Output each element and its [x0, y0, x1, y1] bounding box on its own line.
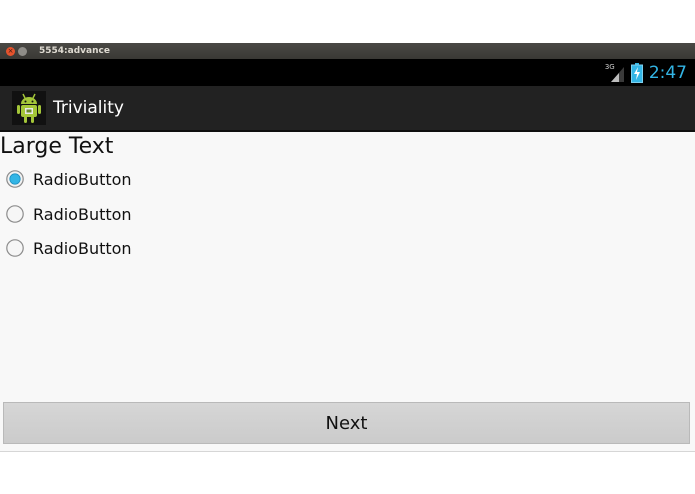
device-screen: 3G 2:47 Triviality Large Text RadioButto… — [0, 59, 695, 451]
radio-option-label: RadioButton — [33, 204, 132, 224]
radio-option-1[interactable]: RadioButton — [6, 166, 132, 192]
radio-checked-icon[interactable] — [6, 170, 24, 188]
radio-option-3[interactable]: RadioButton — [6, 235, 132, 261]
signal-icon: 3G — [605, 63, 625, 83]
large-text-heading: Large Text — [0, 134, 114, 159]
android-app-icon[interactable] — [12, 91, 46, 125]
status-clock: 2:47 — [648, 63, 687, 83]
main-content: Large Text RadioButton RadioButton Radio… — [0, 132, 695, 451]
window-title: 5554:advance — [39, 46, 110, 56]
window-minimize-button[interactable] — [18, 46, 27, 56]
screen-bottom-divider — [0, 451, 695, 452]
action-bar: Triviality — [0, 86, 695, 132]
radio-unchecked-icon[interactable] — [6, 239, 24, 257]
emulator-title-bar: × 5554:advance — [0, 43, 695, 59]
status-icons: 3G 2:47 — [605, 62, 687, 84]
radio-unchecked-icon[interactable] — [6, 205, 24, 223]
status-bar: 3G 2:47 — [0, 59, 695, 86]
battery-icon — [630, 63, 643, 83]
radio-option-label: RadioButton — [33, 169, 132, 189]
radio-option-label: RadioButton — [33, 238, 132, 258]
next-button[interactable]: Next — [3, 402, 690, 444]
close-icon: × — [7, 46, 14, 55]
emulator-screenshot: × 5554:advance 3G 2:47 Triviality Large … — [0, 0, 695, 494]
app-title: Triviality — [53, 98, 124, 118]
radio-option-2[interactable]: RadioButton — [6, 201, 132, 227]
window-close-button[interactable]: × — [6, 46, 15, 56]
